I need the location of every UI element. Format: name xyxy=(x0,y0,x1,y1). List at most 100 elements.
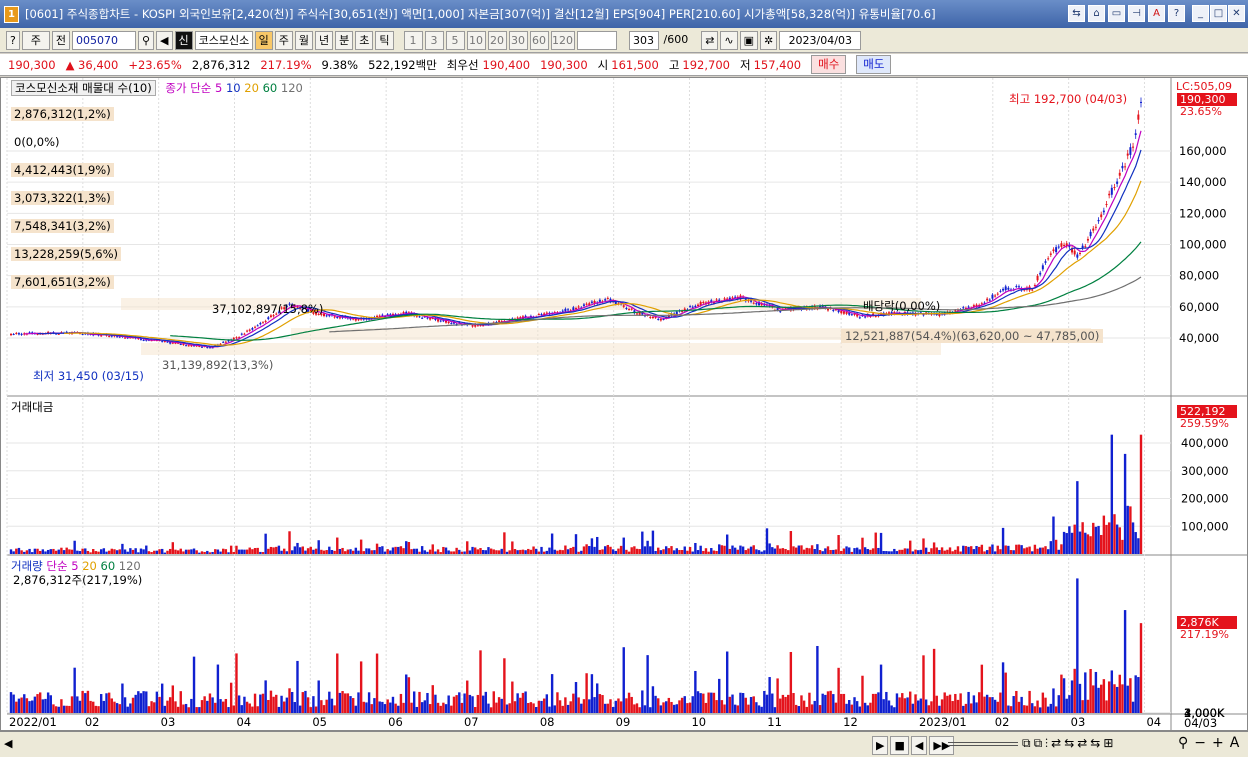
volume-bar xyxy=(704,702,708,713)
amount-bar xyxy=(1092,522,1095,554)
pin-icon[interactable]: ⊣ xyxy=(1128,5,1145,22)
candle-body xyxy=(1039,272,1042,275)
amount-bar xyxy=(837,535,840,554)
tab-year[interactable]: 년 xyxy=(315,30,334,50)
range-10[interactable]: 10 xyxy=(466,30,486,50)
prev-page-icon[interactable]: ◀ xyxy=(910,736,928,755)
tab-month[interactable]: 월 xyxy=(294,30,313,50)
search-icon[interactable]: ⚲ xyxy=(137,30,155,50)
ma-120-legend[interactable]: 120 xyxy=(281,81,303,95)
amount-bar xyxy=(320,549,323,554)
ma-60-legend[interactable]: 60 xyxy=(263,81,278,95)
view-tools-icon[interactable]: ⧉⧉⫶⇄⇆⇄⇆⊞ xyxy=(1022,736,1116,751)
tab-minute[interactable]: 분 xyxy=(335,30,354,50)
profile-legend[interactable]: 코스모신소재 매물대 수(10) xyxy=(11,80,156,96)
moving-average-line xyxy=(170,241,1142,341)
amount-bar xyxy=(818,550,822,554)
range-1[interactable]: 1 xyxy=(403,30,423,50)
amount-bar xyxy=(126,551,129,554)
amount-bar xyxy=(728,548,732,554)
amount-bar xyxy=(389,550,392,554)
range-60[interactable]: 60 xyxy=(529,30,549,50)
volume-bar xyxy=(309,707,312,713)
home-icon[interactable]: ⌂ xyxy=(1088,5,1105,22)
period-select[interactable]: 주 xyxy=(21,30,50,50)
volume-bar xyxy=(142,691,145,713)
chart-canvas[interactable]: 2022/01 02 03 04 05 06 07 08 09 10 11 12 2023/01 02 03… xyxy=(1,78,1247,730)
minimize-button[interactable]: _ xyxy=(1192,5,1209,22)
amount-bar xyxy=(789,531,793,554)
trend-icon[interactable]: ∿ xyxy=(720,30,738,50)
range-5[interactable]: 5 xyxy=(445,30,465,50)
range-20[interactable]: 20 xyxy=(487,30,507,50)
scroll-bar[interactable]: ◀ ▶ ■ ◀ ▶▶ ⧉⧉⫶⇄⇆⇄⇆⊞ ⚲−+A xyxy=(0,731,1248,757)
help-icon[interactable]: ? xyxy=(1168,5,1185,22)
amount-bar xyxy=(57,549,60,554)
amount-bar xyxy=(471,546,474,554)
maximize-button[interactable]: □ xyxy=(1210,5,1227,22)
amount-bar xyxy=(505,551,509,554)
date-input[interactable]: 2023/04/03 xyxy=(779,30,862,50)
speaker-icon[interactable]: ◀ xyxy=(156,30,173,50)
tab-day[interactable]: 일 xyxy=(254,30,273,50)
link-icon[interactable]: ⇆ xyxy=(1068,5,1085,22)
volume-bar xyxy=(1131,701,1135,713)
stop-icon[interactable]: ■ xyxy=(890,736,909,755)
tab-week[interactable]: 주 xyxy=(274,30,293,50)
buy-button[interactable]: 매수 xyxy=(811,55,847,74)
range-30[interactable]: 30 xyxy=(508,30,528,50)
save-icon[interactable]: ▣ xyxy=(739,30,759,50)
volume-bar xyxy=(776,678,779,713)
volume-bar xyxy=(641,690,644,713)
window-icon[interactable]: ▭ xyxy=(1108,5,1125,22)
volume-bar xyxy=(237,695,241,713)
range-120[interactable]: 120 xyxy=(550,30,575,50)
amount-bar xyxy=(251,549,254,554)
volume-bar xyxy=(1068,695,1071,713)
scroll-left-icon[interactable]: ◀ xyxy=(4,737,12,750)
question-icon[interactable]: ? xyxy=(6,30,20,50)
ma-legend[interactable]: 종가 단순 5 xyxy=(165,81,222,95)
play-icon[interactable]: ▶ xyxy=(872,736,889,755)
volume-bar xyxy=(497,697,501,713)
zoom-tools-icon[interactable]: ⚲−+A xyxy=(1178,735,1245,751)
y-tick-label: 160,000 xyxy=(1179,144,1227,158)
shuffle-icon[interactable]: ⇄ xyxy=(701,30,719,50)
volume-bar xyxy=(1041,692,1045,713)
volume-bar xyxy=(338,692,342,713)
close-button[interactable]: ✕ xyxy=(1228,5,1245,22)
chart-area[interactable]: 2022/01 02 03 04 05 06 07 08 09 10 11 12 2023/01 02 03… xyxy=(0,77,1248,731)
amount-legend[interactable]: 거래대금 xyxy=(11,399,53,415)
amount-bar xyxy=(848,547,851,554)
volume-bar xyxy=(420,702,424,713)
volume-bar xyxy=(1052,688,1055,713)
amount-bar xyxy=(749,546,753,554)
volume-bar xyxy=(564,697,567,713)
ma-20-legend[interactable]: 20 xyxy=(244,81,259,95)
tab-second[interactable]: 초 xyxy=(355,30,374,50)
ma-10-legend[interactable]: 10 xyxy=(226,81,241,95)
sell-button[interactable]: 매도 xyxy=(856,55,892,74)
stock-code-input[interactable]: 005070 xyxy=(71,30,136,50)
volume-bar xyxy=(561,705,564,713)
volume-bar xyxy=(245,701,249,713)
volume-bar xyxy=(1065,698,1068,713)
volume-bar xyxy=(147,706,151,713)
count-input[interactable]: 303 xyxy=(628,30,659,50)
gear-icon[interactable]: ✲ xyxy=(760,30,778,50)
volume-bar xyxy=(495,702,498,713)
amount-bar xyxy=(25,550,29,554)
range-custom-input[interactable] xyxy=(576,30,617,50)
volume-bar xyxy=(163,705,167,713)
amount-bar xyxy=(54,550,58,554)
tab-tick[interactable]: 틱 xyxy=(375,30,394,50)
zoom-slider[interactable] xyxy=(948,742,1018,746)
range-3[interactable]: 3 xyxy=(424,30,444,50)
amount-bar xyxy=(182,551,185,554)
volume-bar xyxy=(280,695,283,713)
volume-bar xyxy=(741,693,745,713)
prev-button[interactable]: 전 xyxy=(51,30,70,50)
amount-bar xyxy=(649,546,652,554)
amount-bar xyxy=(158,549,161,554)
alert-icon[interactable]: A xyxy=(1148,5,1165,22)
